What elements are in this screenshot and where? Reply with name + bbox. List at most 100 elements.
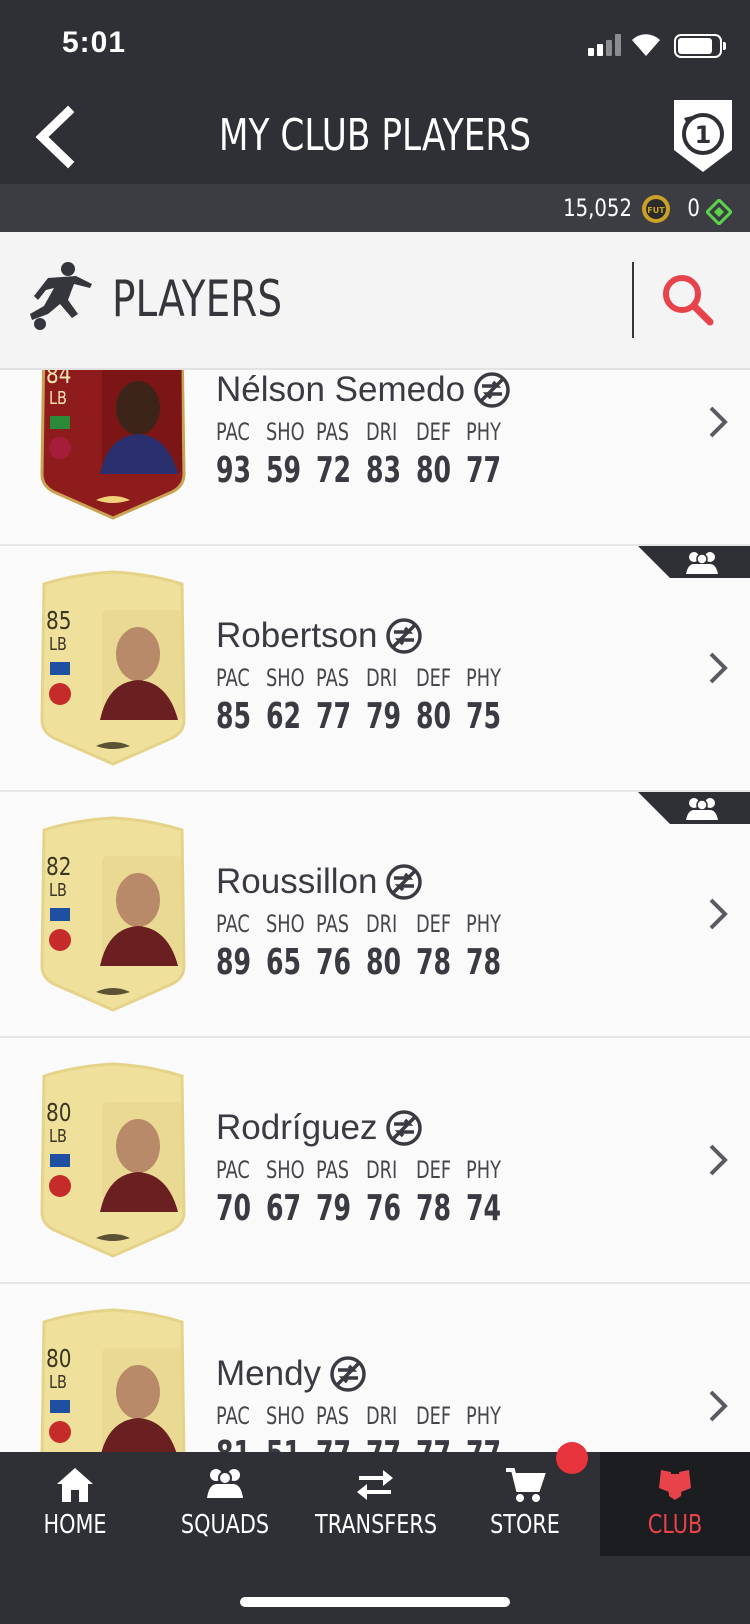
tab-home[interactable]: HOME (0, 1452, 150, 1556)
stat-label: PHY (466, 664, 501, 692)
player-name-group: Mendy (216, 1354, 367, 1394)
stat-value: 78 (466, 942, 502, 983)
stat-phy: PHY 77 (466, 1402, 516, 1452)
stat-label: PAC (216, 1402, 250, 1430)
stat-value: 80 (366, 942, 402, 983)
chevron-right-icon[interactable] (706, 650, 730, 686)
player-name-group: Rodríguez (216, 1108, 423, 1148)
stat-pac: PAC 81 (216, 1402, 266, 1452)
home-icon (57, 1468, 93, 1502)
player-row[interactable]: 80 LB Rodríguez PAC 70 SHO 67 PAS 79 DRI 76 DEF 78 PH… (0, 1038, 750, 1284)
player-card: 82 LB (36, 816, 190, 1012)
bottom-tab-bar: HOME SQUADS TRANSFERS STORE CLUB (0, 1452, 750, 1556)
stat-pas: PAS 77 (316, 1402, 366, 1452)
chevron-right-icon[interactable] (706, 1388, 730, 1424)
chevron-right-icon[interactable] (706, 896, 730, 932)
stat-sho: SHO 62 (266, 664, 316, 737)
section-divider (632, 262, 634, 338)
stat-def: DEF 80 (416, 664, 466, 737)
status-bar: 5:01 (0, 0, 750, 88)
stat-label: SHO (266, 664, 305, 692)
stat-value: 78 (416, 942, 452, 983)
stat-phy: PHY 74 (466, 1156, 516, 1229)
player-row[interactable]: 84 LB Nélson Semedo PAC 93 SHO 59 PAS 72 DRI 83 DEF… (0, 370, 750, 546)
home-indicator-area (0, 1556, 750, 1624)
stat-value: 77 (316, 696, 352, 737)
stat-dri: DRI 83 (366, 418, 416, 491)
stat-dri: DRI 77 (366, 1402, 416, 1452)
tab-squads[interactable]: SQUADS (150, 1452, 300, 1556)
stat-label: PHY (466, 910, 501, 938)
stat-value: 74 (466, 1188, 502, 1229)
page-title: MY CLUB PLAYERS (218, 110, 532, 161)
in-squad-icon (638, 792, 750, 824)
stat-pas: PAS 79 (316, 1156, 366, 1229)
tab-transfers[interactable]: TRANSFERS (300, 1452, 450, 1556)
stat-sho: SHO 51 (266, 1402, 316, 1452)
stat-label: SHO (266, 418, 305, 446)
stat-def: DEF 77 (416, 1402, 466, 1452)
stat-value: 67 (266, 1188, 302, 1229)
player-rating: 80 (46, 1344, 72, 1373)
home-indicator[interactable] (240, 1597, 510, 1607)
player-rating: 85 (46, 606, 72, 635)
stat-value: 85 (216, 696, 252, 737)
stat-dri: DRI 80 (366, 910, 416, 983)
player-row[interactable]: 85 LB Robertson PAC 85 SHO 62 PAS 77 DRI 79 DEF 80 PH… (0, 546, 750, 792)
player-row[interactable]: 82 LB Roussillon PAC 89 SHO 65 PAS 76 DRI 80 DEF 78 P… (0, 792, 750, 1038)
stat-label: SHO (266, 1156, 305, 1184)
stat-value: 78 (416, 1188, 452, 1229)
tab-club-label: CLUB (647, 1510, 703, 1540)
player-card: 80 LB (36, 1062, 190, 1258)
club-icon (659, 1470, 691, 1500)
stat-value: 77 (466, 1434, 501, 1452)
stat-label: DEF (416, 664, 452, 692)
tab-home-label: HOME (43, 1510, 107, 1540)
stat-value: 75 (466, 696, 502, 737)
transfers-icon (357, 1470, 393, 1500)
untradeable-icon (386, 1110, 423, 1146)
section-title: PLAYERS (112, 270, 283, 328)
player-name: Mendy (216, 1354, 322, 1393)
stat-sho: SHO 59 (266, 418, 316, 491)
tab-club[interactable]: CLUB (600, 1452, 750, 1556)
player-name-group: Nélson Semedo (216, 370, 511, 410)
player-position: LB (49, 880, 67, 901)
svg-text:1: 1 (695, 121, 712, 149)
stat-def: DEF 80 (416, 418, 466, 491)
battery-icon (674, 34, 726, 58)
player-rating: 80 (46, 1098, 72, 1127)
stat-label: PAC (216, 664, 250, 692)
player-list[interactable]: 84 LB Nélson Semedo PAC 93 SHO 59 PAS 72 DRI 83 DEF… (0, 370, 750, 1452)
player-row[interactable]: 80LB Mendy PAC 81 SHO 51 PAS 77 DRI 77 DEF 77 PHY 77 (0, 1284, 750, 1452)
stat-label: SHO (266, 910, 305, 938)
stat-value: 81 (216, 1434, 251, 1452)
chevron-right-icon[interactable] (706, 1142, 730, 1178)
stat-label: PHY (466, 1402, 501, 1430)
player-card: 80 LB (36, 1308, 190, 1452)
stat-label: PAS (316, 664, 349, 692)
status-time: 5:01 (62, 26, 127, 59)
player-name: Robertson (216, 616, 378, 655)
search-icon[interactable] (660, 272, 714, 326)
untradeable-icon (330, 1356, 366, 1392)
player-name-group: Robertson (216, 616, 423, 656)
tab-squads-label: SQUADS (180, 1510, 270, 1540)
stat-label: DRI (366, 1402, 398, 1430)
chevron-right-icon[interactable] (706, 404, 730, 440)
stat-label: PAC (216, 1156, 250, 1184)
stat-dri: DRI 76 (366, 1156, 416, 1229)
stat-pas: PAS 72 (316, 418, 366, 491)
stat-label: PHY (466, 1156, 501, 1184)
points-balance: 0 (687, 194, 700, 222)
stat-value: 89 (216, 942, 252, 983)
stat-pac: PAC 93 (216, 418, 266, 491)
stat-phy: PHY 77 (466, 418, 516, 491)
stat-value: 77 (316, 1434, 351, 1452)
stat-value: 93 (216, 450, 252, 491)
objectives-badge-icon[interactable]: 1 (670, 96, 736, 176)
player-name: Nélson Semedo (216, 370, 466, 409)
fifa-points-icon (706, 199, 732, 225)
stat-value: 76 (366, 1188, 402, 1229)
stat-value: 79 (366, 696, 402, 737)
